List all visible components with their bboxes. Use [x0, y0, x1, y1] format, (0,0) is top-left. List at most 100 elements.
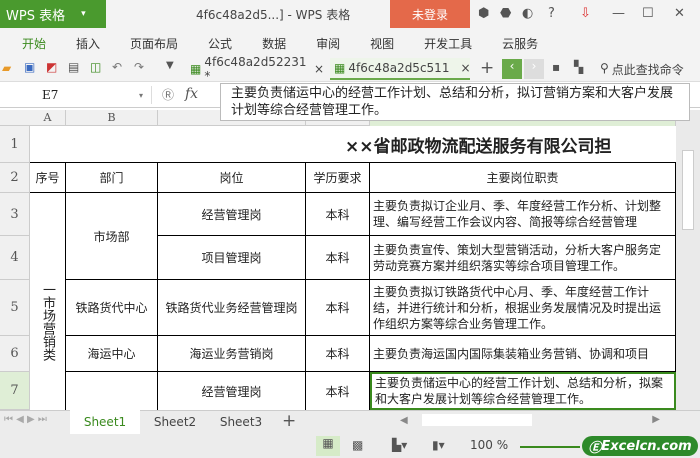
minimize-icon[interactable]: — [612, 6, 625, 21]
post-cell[interactable]: 经营管理岗 [158, 372, 306, 410]
dept-cell[interactable]: 市场部 [66, 193, 158, 280]
print-preview-icon[interactable]: ◫ [90, 60, 101, 74]
header-cell[interactable]: 主要岗位职责 [370, 163, 676, 193]
feedback-icon[interactable]: ◐ [522, 6, 533, 21]
duty-cell[interactable]: 主要负责宣传、策划大型营销活动，分析大客户服务定劳动竞赛方案并组织落实等综合项目… [370, 236, 676, 280]
normal-view-icon[interactable]: ▦ [316, 436, 340, 456]
open-icon[interactable]: ▰ [2, 61, 11, 75]
zoom-formula-icon[interactable]: Ⓡ [162, 86, 174, 103]
dept-cell[interactable]: 海运中心 [66, 336, 158, 372]
duty-cell[interactable]: 主要负责海运国内国际集装箱业务营销、协调和项目 [370, 336, 676, 372]
page-break-view-icon[interactable]: ▩ [352, 438, 363, 452]
tab-next-button[interactable]: › [524, 59, 544, 79]
horizontal-scrollbar[interactable]: ◀ ▶ [400, 414, 660, 430]
post-cell[interactable]: 铁路货代业务经营管理岗 [158, 280, 306, 336]
row-header-3[interactable]: 3 [0, 193, 30, 236]
post-cell[interactable]: 经营管理岗 [158, 193, 306, 236]
edu-cell[interactable]: 本科 [306, 372, 370, 410]
dept-cell[interactable]: 铁路货代中心 [66, 280, 158, 336]
tab-document-1[interactable]: ▦ 4f6c48a2d52231 * × [186, 55, 328, 83]
row-header-2[interactable]: 2 [0, 163, 30, 193]
category-cell[interactable]: 一市场营销类 [30, 193, 66, 410]
header-cell[interactable]: 岗位 [158, 163, 306, 193]
column-header-a[interactable]: A [30, 110, 66, 126]
skin-icon[interactable]: ⬢ [478, 6, 489, 21]
add-sheet-icon[interactable]: + [282, 411, 296, 431]
duty-cell[interactable]: 主要负责拟订铁路货代中心月、季、年度经营工作计结，并进行统计和分析，根据业务发展… [370, 280, 676, 336]
post-cell[interactable]: 海运业务营销岗 [158, 336, 306, 372]
header-cell[interactable]: 学历要求 [306, 163, 370, 193]
freeze-icon[interactable]: ▙▾ [392, 438, 407, 452]
dropdown-icon[interactable]: ▼ [166, 60, 174, 71]
maximize-icon[interactable]: ☐ [642, 6, 654, 21]
print-icon[interactable]: ▤ [68, 60, 79, 74]
sheet-title-cell[interactable]: ××省邮政物流配送服务有限公司担 [30, 126, 676, 163]
command-search[interactable]: ⚲ 点此查找命令 [600, 61, 684, 78]
watermark-text: Excelcn.com [601, 438, 692, 454]
scroll-thumb[interactable] [421, 414, 532, 426]
menu-insert[interactable]: 插入 [76, 35, 100, 52]
scroll-thumb[interactable] [682, 150, 694, 230]
chevron-down-icon: ▾ [81, 9, 86, 19]
menu-formulas[interactable]: 公式 [208, 35, 232, 52]
menu-view[interactable]: 视图 [370, 35, 394, 52]
header-cell[interactable]: 部门 [66, 163, 158, 193]
menu-developer[interactable]: 开发工具 [424, 35, 472, 52]
zoom-slider[interactable] [520, 446, 580, 448]
screen-icon[interactable]: ▪ [552, 60, 560, 74]
download-icon[interactable]: ⇩ [580, 6, 591, 21]
dept-cell[interactable] [66, 372, 158, 410]
row-header-6[interactable]: 6 [0, 336, 30, 372]
fx-icon[interactable]: fx [185, 86, 198, 102]
row-header-7[interactable]: 7 [0, 372, 30, 410]
chevron-down-icon[interactable]: ▾ [139, 91, 143, 100]
ribbon-menu: 开始 插入 页面布局 公式 数据 审阅 视图 开发工具 云服务 [0, 30, 700, 56]
settings-icon[interactable]: ⬣ [500, 6, 511, 21]
new-tab-icon[interactable]: + [480, 58, 494, 78]
close-icon[interactable]: ✕ [674, 6, 685, 21]
zoom-level[interactable]: 100 % [470, 438, 508, 452]
menu-home[interactable]: 开始 [22, 35, 46, 52]
row-header-5[interactable]: 5 [0, 280, 30, 336]
redo-icon[interactable]: ↷ [134, 60, 144, 74]
edu-cell[interactable]: 本科 [306, 280, 370, 336]
edu-cell[interactable]: 本科 [306, 336, 370, 372]
watermark-logo: Ⓔ Excelcn.com [582, 436, 698, 456]
close-icon[interactable]: × [460, 61, 470, 75]
login-button[interactable]: 未登录 [390, 0, 470, 28]
wps-menu-button[interactable]: WPS 表格 ▾ [0, 0, 106, 28]
menu-review[interactable]: 审阅 [316, 35, 340, 52]
help-icon[interactable]: ? [548, 6, 555, 21]
save-icon[interactable]: ▣ [24, 60, 35, 74]
duty-cell[interactable]: 主要负责拟订企业月、季、年度经营工作分析、计划整理、编写经营工作会议内容、简报等… [370, 193, 676, 236]
close-icon[interactable]: × [314, 62, 324, 76]
post-cell[interactable]: 项目管理岗 [158, 236, 306, 280]
edu-cell[interactable]: 本科 [306, 236, 370, 280]
command-search-label: 点此查找命令 [611, 63, 684, 77]
menu-page-layout[interactable]: 页面布局 [130, 35, 178, 52]
name-box[interactable]: E7 ▾ [2, 86, 152, 104]
menu-cloud[interactable]: 云服务 [502, 35, 538, 52]
tab-prev-button[interactable]: ‹ [502, 59, 522, 79]
eye-protection-icon[interactable]: ▮▾ [432, 438, 445, 452]
menu-data[interactable]: 数据 [262, 35, 286, 52]
search-icon: ⚲ [600, 61, 609, 75]
export-pdf-icon[interactable]: ◩ [46, 60, 57, 74]
sheet-tab-1[interactable]: Sheet1 [70, 410, 140, 434]
sheet-tab-2[interactable]: Sheet2 [140, 410, 210, 434]
formula-input[interactable]: 主要负责储运中心的经营工作计划、总结和分析，拟订营销方案和大客户发展计划等综合经… [220, 83, 690, 121]
column-header-b[interactable]: B [66, 110, 158, 126]
undo-icon[interactable]: ↶ [112, 60, 122, 74]
sheet-nav-icon[interactable]: ⏮ ◀ ▶ ⏭ [4, 414, 47, 425]
row-header-1[interactable]: 1 [0, 126, 30, 163]
flag-icon[interactable]: ▚ [574, 60, 583, 74]
row-header-4[interactable]: 4 [0, 236, 30, 280]
header-cell[interactable]: 序号 [30, 163, 66, 193]
window-title: 4f6c48a2d5...] - WPS 表格 [196, 8, 351, 22]
vertical-scrollbar[interactable] [676, 110, 700, 410]
sheet-tab-3[interactable]: Sheet3 [206, 410, 276, 434]
edu-cell[interactable]: 本科 [306, 193, 370, 236]
active-duty-cell[interactable]: 主要负责储运中心的经营工作计划、总结和分析，拟案和大客户发展计划等综合经营管理工… [370, 372, 676, 410]
tab-document-2[interactable]: ▦ 4f6c48a2d5c511 × [330, 58, 471, 80]
spreadsheet-icon: ▦ [334, 61, 346, 75]
